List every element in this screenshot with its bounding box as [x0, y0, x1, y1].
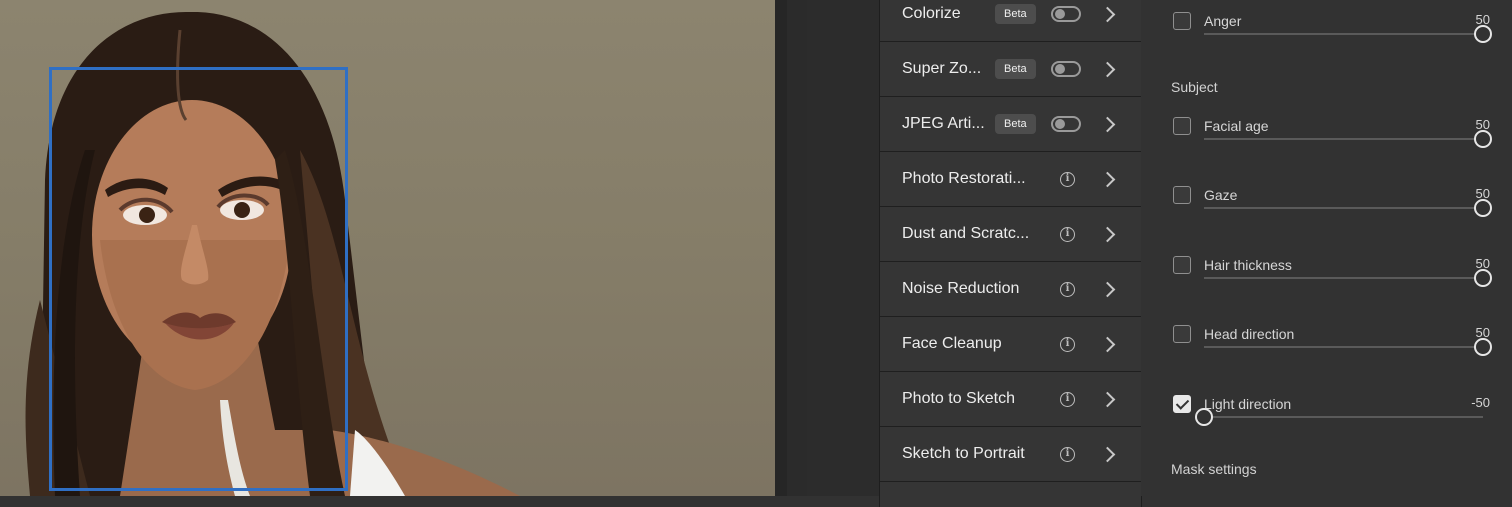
setting-label: Gaze	[1204, 187, 1238, 203]
filter-row-photo-restoration[interactable]: Photo Restorati... i	[880, 152, 1141, 207]
chevron-right-icon[interactable]	[1099, 6, 1116, 22]
setting-value: -50	[1471, 395, 1490, 410]
setting-row-head-direction: Head direction 50	[1141, 325, 1512, 365]
setting-row-gaze: Gaze 50	[1141, 186, 1512, 226]
face-detection-box	[49, 67, 348, 491]
setting-row-anger: Anger 50	[1141, 12, 1512, 52]
setting-label: Hair thickness	[1204, 257, 1292, 273]
info-icon[interactable]: i	[1060, 446, 1075, 462]
slider-track[interactable]	[1204, 277, 1483, 279]
filter-row-colorize[interactable]: Colorize Beta	[880, 0, 1141, 42]
filter-settings-panel: Anger 50 Subject Facial age 50 Gaze 50 H…	[1141, 0, 1512, 496]
panel-scrollbar[interactable]	[787, 0, 807, 496]
filter-row-super-zoom[interactable]: Super Zo... Beta	[880, 42, 1141, 97]
setting-label: Facial age	[1204, 118, 1269, 134]
subject-section-title: Subject	[1171, 79, 1218, 95]
slider-thumb[interactable]	[1194, 408, 1213, 426]
filter-row-noise-reduction[interactable]: Noise Reduction i	[880, 262, 1141, 317]
slider-track[interactable]	[1204, 207, 1483, 209]
anger-checkbox[interactable]	[1173, 12, 1191, 30]
setting-row-hair-thickness: Hair thickness 50	[1141, 256, 1512, 296]
filter-row-dust-and-scratches[interactable]: Dust and Scratc... i	[880, 207, 1141, 262]
info-icon[interactable]: i	[1060, 281, 1075, 297]
chevron-right-icon[interactable]	[1099, 61, 1116, 77]
filter-label: Dust and Scratc...	[902, 225, 1030, 242]
slider-track[interactable]	[1204, 33, 1483, 35]
filter-row-sketch-to-portrait[interactable]: Sketch to Portrait i	[880, 427, 1141, 482]
setting-label: Light direction	[1204, 396, 1292, 412]
toggle-knob	[1055, 9, 1065, 19]
slider-track[interactable]	[1204, 416, 1483, 418]
slider-thumb[interactable]	[1473, 130, 1492, 148]
head-direction-checkbox[interactable]	[1173, 325, 1191, 343]
setting-row-light-direction: Light direction -50	[1141, 395, 1512, 435]
chevron-right-icon[interactable]	[1099, 391, 1116, 407]
canvas-border	[775, 0, 787, 496]
filter-toggle[interactable]	[1051, 61, 1081, 77]
beta-badge: Beta	[995, 4, 1036, 24]
chevron-right-icon[interactable]	[1099, 446, 1116, 462]
gaze-checkbox[interactable]	[1173, 186, 1191, 204]
filter-label: Photo to Sketch	[902, 390, 1015, 407]
info-icon[interactable]: i	[1060, 336, 1075, 352]
slider-thumb[interactable]	[1473, 199, 1492, 217]
filter-toggle[interactable]	[1051, 116, 1081, 132]
beta-badge: Beta	[995, 114, 1036, 134]
beta-badge: Beta	[995, 59, 1036, 79]
facial-age-checkbox[interactable]	[1173, 117, 1191, 135]
filter-row-jpeg-artifacts[interactable]: JPEG Arti... Beta	[880, 97, 1141, 152]
info-icon[interactable]: i	[1060, 391, 1075, 407]
toggle-knob	[1055, 119, 1065, 129]
filter-toggle[interactable]	[1051, 6, 1081, 22]
slider-track[interactable]	[1204, 346, 1483, 348]
panel-gutter	[807, 0, 879, 496]
filter-row-face-cleanup[interactable]: Face Cleanup i	[880, 317, 1141, 372]
info-icon[interactable]: i	[1060, 171, 1075, 187]
neural-filters-list: Colorize Beta Super Zo... Beta JPEG Arti…	[879, 0, 1142, 507]
filter-label: Sketch to Portrait	[902, 445, 1025, 462]
filter-label: Colorize	[902, 5, 961, 22]
setting-label: Head direction	[1204, 326, 1295, 342]
filter-label: Face Cleanup	[902, 335, 1002, 352]
chevron-right-icon[interactable]	[1099, 336, 1116, 352]
slider-thumb[interactable]	[1473, 338, 1492, 356]
photo-canvas[interactable]	[0, 0, 775, 496]
light-direction-checkbox[interactable]	[1173, 395, 1191, 413]
chevron-right-icon[interactable]	[1099, 281, 1116, 297]
slider-thumb[interactable]	[1473, 269, 1492, 287]
mask-settings-title: Mask settings	[1171, 461, 1257, 477]
slider-track[interactable]	[1204, 138, 1483, 140]
toggle-knob	[1055, 64, 1065, 74]
chevron-right-icon[interactable]	[1099, 226, 1116, 242]
filter-row-photo-to-sketch[interactable]: Photo to Sketch i	[880, 372, 1141, 427]
slider-thumb[interactable]	[1473, 25, 1492, 43]
hair-thickness-checkbox[interactable]	[1173, 256, 1191, 274]
chevron-right-icon[interactable]	[1099, 116, 1116, 132]
info-icon[interactable]: i	[1060, 226, 1075, 242]
filter-label: Noise Reduction	[902, 280, 1020, 297]
setting-row-facial-age: Facial age 50	[1141, 117, 1512, 157]
filter-label: JPEG Arti...	[902, 115, 985, 132]
chevron-right-icon[interactable]	[1099, 171, 1116, 187]
setting-label: Anger	[1204, 13, 1242, 29]
filter-label: Super Zo...	[902, 60, 982, 77]
filter-label: Photo Restorati...	[902, 170, 1026, 187]
